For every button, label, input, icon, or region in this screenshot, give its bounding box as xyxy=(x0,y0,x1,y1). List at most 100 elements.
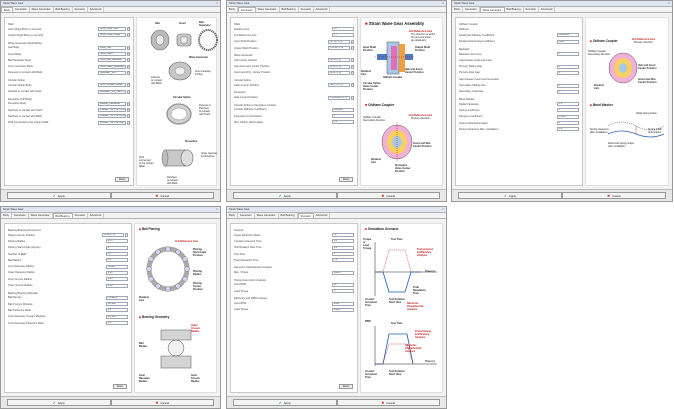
row-input[interactable]: 0 xyxy=(557,64,579,69)
row-input[interactable]: 2.56 xyxy=(106,270,128,275)
row-input[interactable]: FACESET_100 xyxy=(98,70,126,75)
row-input[interactable]: (8.50, 0, 0) xyxy=(328,70,350,75)
browse-button[interactable]: ... xyxy=(127,89,130,94)
row-input[interactable]: SWG_Shaft_Input xyxy=(98,27,126,32)
row-input[interactable]: (-15.00, 0, 0) xyxy=(328,46,350,51)
row-input[interactable]: 0 xyxy=(557,83,579,88)
tab-scenario[interactable]: Scenario xyxy=(524,7,539,12)
browse-button[interactable]: ... xyxy=(127,33,130,38)
tab-body[interactable]: Body xyxy=(452,7,463,12)
browse-button[interactable]: ... xyxy=(127,58,130,63)
row-input[interactable]: SWG_Ball_Separator xyxy=(98,58,126,63)
cancel-button[interactable]: ✖ Cancel xyxy=(110,399,214,406)
row-input[interactable]: (8.50, 0, 0) xyxy=(328,58,350,63)
browse-button[interactable]: ... xyxy=(351,95,354,100)
row-input[interactable]: 10000 xyxy=(332,270,354,275)
row-input[interactable]: 0 xyxy=(557,52,579,57)
row-input[interactable]: 1 xyxy=(332,252,354,257)
row-input[interactable]: PSESET_SF_FSPTOOTH xyxy=(98,108,126,113)
tab-advanced[interactable]: Advanced xyxy=(88,213,105,218)
tab-advanced[interactable]: Advanced xyxy=(88,7,105,12)
reset-button[interactable]: Reset xyxy=(113,384,127,389)
cancel-button[interactable]: ✖ Cancel xyxy=(336,192,440,199)
row-input[interactable]: (2.98, 0, 0) xyxy=(102,233,124,238)
row-input[interactable]: SWG_Shaft_Output xyxy=(98,33,126,38)
row-input[interactable]: 1 xyxy=(557,121,579,125)
browse-button[interactable]: ... xyxy=(127,101,130,106)
tab-generator[interactable]: Generator xyxy=(13,7,30,12)
row-input[interactable]: 2.56 xyxy=(106,277,128,282)
browse-button[interactable]: ... xyxy=(127,114,130,119)
row-input[interactable]: +X xyxy=(332,27,354,32)
cancel-button[interactable]: ✖ Cancel xyxy=(336,399,440,406)
tab-body[interactable]: Body xyxy=(227,7,238,12)
browse-button[interactable]: ... xyxy=(127,27,130,32)
row-input[interactable]: 0.3 xyxy=(106,308,128,313)
close-icon[interactable]: ✕ xyxy=(668,1,672,6)
row-input[interactable]: 15.5 xyxy=(106,239,128,244)
browse-button[interactable]: ... xyxy=(351,64,354,69)
browse-button[interactable]: ... xyxy=(351,46,354,51)
row-input[interactable]: 0 xyxy=(557,89,579,94)
row-input[interactable]: (37.50, 0, 0) xyxy=(328,39,350,44)
row-input[interactable]: (-9.800000, 0, 0) xyxy=(328,95,350,100)
tab-wave-generator[interactable]: Wave Generator xyxy=(479,7,505,12)
tab-wave-generator[interactable]: Wave Generator xyxy=(255,213,279,218)
browse-button[interactable]: ... xyxy=(127,64,130,69)
apply-button[interactable]: ✔ Apply xyxy=(233,399,337,406)
browse-button[interactable]: ... xyxy=(351,58,354,63)
row-input[interactable]: 0.0001 xyxy=(557,114,579,119)
close-icon[interactable]: ✕ xyxy=(216,207,220,212)
tab-wave-generator[interactable]: Wave Generator xyxy=(30,7,54,12)
tab-wave-generator[interactable]: Wave Generator xyxy=(256,7,280,12)
tab-wave-generator[interactable]: Wave Generator xyxy=(29,213,53,218)
reset-button[interactable]: Reset xyxy=(115,177,129,182)
row-input[interactable]: 0.1 xyxy=(332,120,354,125)
tab-ball-bearing[interactable]: Ball Bearing xyxy=(279,213,298,218)
tab-ball-bearing[interactable]: Ball Bearing xyxy=(52,213,73,218)
browse-button[interactable]: ... xyxy=(127,83,130,88)
tab-body[interactable]: Body xyxy=(227,213,238,218)
browse-button[interactable]: ... xyxy=(127,52,130,57)
row-input[interactable]: (8.50, 0, 0) xyxy=(328,64,350,69)
browse-button[interactable]: ... xyxy=(351,70,354,75)
row-input[interactable]: 0.3 xyxy=(106,321,128,325)
tab-advanced[interactable]: Advanced xyxy=(314,7,331,12)
row-input[interactable]: 16.116 xyxy=(106,264,128,269)
row-input[interactable]: 10000 xyxy=(332,307,354,312)
tab-advanced[interactable]: Advanced xyxy=(314,213,331,218)
row-input[interactable]: 1.3 xyxy=(332,258,354,263)
row-input[interactable]: 7.85E-06 xyxy=(106,295,128,300)
tab-body[interactable]: Body xyxy=(1,213,12,218)
tab-scenario[interactable]: Scenario xyxy=(297,213,314,218)
row-input[interactable]: 1000 xyxy=(557,39,579,44)
close-icon[interactable]: ✕ xyxy=(442,1,446,6)
tab-body[interactable]: Body xyxy=(1,7,13,12)
tab-scenario[interactable]: Scenario xyxy=(73,213,88,218)
row-input[interactable]: 50 xyxy=(332,233,354,238)
tab-ball-bearing[interactable]: Ball Bearing xyxy=(54,7,73,12)
row-input[interactable]: 0.2 xyxy=(332,245,354,250)
apply-button[interactable]: ✔ Apply xyxy=(7,192,111,199)
reset-button[interactable]: Reset xyxy=(339,384,353,389)
row-input[interactable]: +Y xyxy=(332,33,354,38)
tab-generator[interactable]: Generator xyxy=(463,7,480,12)
row-input[interactable]: 0.1 xyxy=(332,239,354,244)
row-input[interactable]: FACESET_CS_TEETH xyxy=(98,89,126,94)
row-input[interactable]: 207000 xyxy=(106,302,128,307)
row-input[interactable]: 0 xyxy=(332,289,354,294)
row-input[interactable]: FEBody_Flexspline xyxy=(98,101,126,106)
row-input[interactable]: 10000000 xyxy=(557,33,579,38)
row-input[interactable]: SWG_Circular_Spline xyxy=(98,83,126,88)
tab-generator[interactable]: Generator xyxy=(237,7,256,12)
cancel-button[interactable]: ✖ Cancel xyxy=(562,192,666,199)
close-icon[interactable]: ✕ xyxy=(442,207,446,212)
row-input[interactable]: 0.1 xyxy=(557,102,579,107)
reset-button[interactable]: Reset xyxy=(339,177,353,182)
row-input[interactable]: 2.5 xyxy=(106,258,128,263)
browse-button[interactable]: ... xyxy=(127,70,130,75)
row-input[interactable]: 0.2 xyxy=(557,127,579,132)
apply-button[interactable]: ✔ Apply xyxy=(7,399,111,406)
tab-ball-bearing[interactable]: Ball Bearing xyxy=(505,7,524,12)
row-input[interactable]: FNSSET_SF_FSPTBE_OUT xyxy=(98,120,126,125)
